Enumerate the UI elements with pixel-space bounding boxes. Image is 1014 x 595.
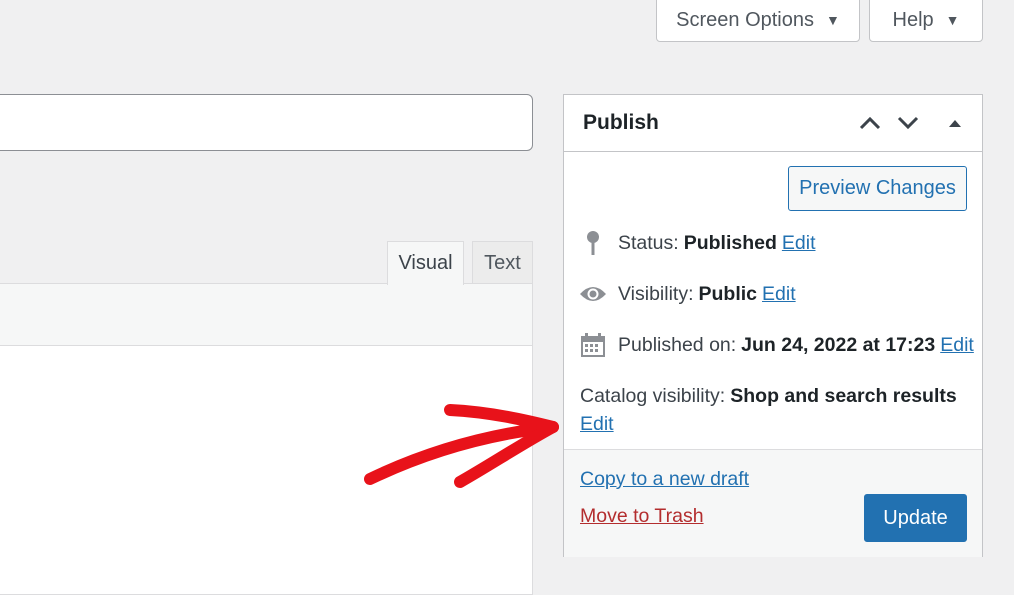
publish-title: Publish: [583, 111, 659, 134]
publish-header: Publish: [564, 95, 982, 152]
eye-icon: [579, 280, 607, 308]
edit-catalog-visibility-link[interactable]: Edit: [580, 413, 614, 436]
status-value: Published: [683, 231, 777, 254]
preview-changes-button[interactable]: Preview Changes: [788, 166, 967, 211]
pin-icon: [579, 229, 607, 257]
visibility-label: Visibility:: [618, 282, 694, 305]
visibility-row: Visibility: Public Edit: [579, 280, 796, 308]
catalog-visibility-value: Shop and search results: [730, 385, 957, 407]
move-down-icon[interactable]: [894, 111, 922, 135]
publish-box: Publish Preview Changes Status: Publishe…: [563, 94, 983, 557]
calendar-icon: [579, 331, 607, 359]
post-title-input[interactable]: [0, 94, 533, 151]
edit-visibility-link[interactable]: Edit: [762, 283, 796, 306]
help-label: Help: [892, 8, 934, 31]
status-row: Status: Published Edit: [579, 229, 816, 257]
visibility-value: Public: [698, 282, 758, 305]
move-up-icon[interactable]: [856, 111, 884, 135]
published-on-value: Jun 24, 2022 at 17:23: [741, 333, 936, 356]
catalog-visibility-row: Catalog visibility: Shop and search resu…: [580, 385, 957, 408]
edit-published-on-link[interactable]: Edit: [940, 334, 974, 357]
tab-text[interactable]: Text: [472, 241, 533, 284]
collapse-toggle-icon[interactable]: [941, 111, 969, 135]
caret-down-icon: ▼: [945, 12, 960, 28]
publish-actions: Copy to a new draft Move to Trash Update: [564, 449, 982, 557]
published-on-row: Published on: Jun 24, 2022 at 17:23 Edit: [579, 331, 974, 359]
editor-toolbar: [0, 283, 533, 346]
status-label: Status:: [618, 231, 679, 254]
help-button[interactable]: Help ▼: [869, 0, 983, 42]
tab-visual[interactable]: Visual: [387, 241, 464, 285]
screen-options-button[interactable]: Screen Options ▼: [656, 0, 860, 42]
edit-status-link[interactable]: Edit: [782, 232, 816, 255]
caret-down-icon: ▼: [826, 12, 840, 28]
screen-options-label: Screen Options: [676, 8, 814, 31]
update-button[interactable]: Update: [864, 494, 967, 542]
published-on-label: Published on:: [618, 333, 737, 356]
copy-to-draft-link[interactable]: Copy to a new draft: [580, 468, 749, 491]
move-to-trash-link[interactable]: Move to Trash: [580, 505, 704, 528]
editor-content-area[interactable]: [0, 345, 533, 595]
catalog-visibility-label: Catalog visibility:: [580, 385, 726, 407]
